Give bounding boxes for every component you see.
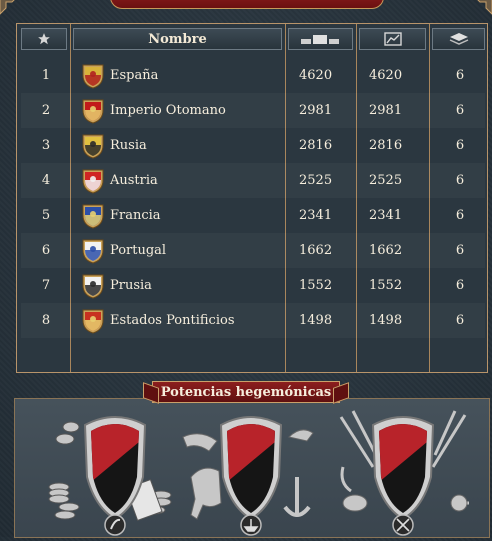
trend-score-cell: 2341: [369, 208, 403, 223]
stack-count-cell: 6: [455, 173, 465, 188]
rank-cell: 3: [41, 138, 51, 153]
hegemonies-title: Potencias hegemónicas: [152, 381, 340, 403]
sort-by-score-header[interactable]: [288, 28, 353, 50]
coins-hegemony-icon: [48, 416, 172, 536]
country-name: Portugal: [110, 243, 167, 258]
country-cell[interactable]: Portugal: [82, 233, 292, 268]
sort-by-stack-header[interactable]: [432, 28, 485, 50]
country-name: Rusia: [110, 138, 147, 153]
country-cell[interactable]: Prusia: [82, 268, 292, 303]
score-cell: 2341: [299, 208, 333, 223]
country-name: Francia: [110, 208, 161, 223]
score-cell: 1552: [299, 278, 333, 293]
window-title-banner: [110, 0, 384, 9]
rank-cell: 4: [41, 173, 51, 188]
country-flag-icon: [82, 99, 104, 124]
trend-score-cell: 1498: [369, 313, 403, 328]
country-flag-icon: [82, 274, 104, 299]
trend-score-cell: 1662: [369, 243, 403, 258]
sort-by-name-header[interactable]: Nombre: [73, 28, 282, 50]
corner-ornament-right: [477, 0, 492, 15]
trend-score-cell: 2816: [369, 138, 403, 153]
country-cell[interactable]: Francia: [82, 198, 292, 233]
coins-icon: [300, 35, 339, 44]
stack-count-cell: 6: [455, 243, 465, 258]
stack-count-cell: 6: [455, 208, 465, 223]
trend-score-cell: 2981: [369, 103, 403, 118]
country-name: Austria: [110, 173, 158, 188]
country-flag-icon: [82, 169, 104, 194]
hegemonies-title-label: Potencias hegemónicas: [160, 384, 332, 400]
rank-cell: 6: [41, 243, 51, 258]
country-flag-icon: [82, 134, 104, 159]
stack-count-cell: 6: [455, 103, 465, 118]
table-row[interactable]: 1 España 4620 4620 6: [21, 58, 485, 93]
country-flag-icon: [82, 309, 104, 334]
rank-cell: 8: [41, 313, 51, 328]
ranking-table: Nombre 1 España 4620 4620 6 2 Imperio Ot…: [16, 23, 488, 373]
country-name: Imperio Otomano: [110, 103, 226, 118]
score-cell: 2816: [299, 138, 333, 153]
country-flag-icon: [82, 204, 104, 229]
military-hegemony-icon: [339, 410, 469, 536]
feather-icon: [104, 514, 126, 536]
trend-score-cell: 1552: [369, 278, 403, 293]
rank-cell: 5: [41, 208, 51, 223]
name-header-label: Nombre: [148, 31, 207, 47]
star-icon: [38, 33, 50, 45]
corner-ornament-left: [0, 0, 15, 15]
stack-icon: [449, 33, 468, 45]
country-cell[interactable]: Estados Pontificios: [82, 303, 292, 338]
economic-hegemony-slot[interactable]: [45, 407, 185, 537]
table-row[interactable]: 5 Francia 2341 2341 6: [21, 198, 485, 233]
country-flag-icon: [82, 239, 104, 264]
country-cell[interactable]: Imperio Otomano: [82, 93, 292, 128]
country-name: España: [110, 68, 159, 83]
score-cell: 2981: [299, 103, 333, 118]
stack-count-cell: 6: [455, 278, 465, 293]
table-row[interactable]: 2 Imperio Otomano 2981 2981 6: [21, 93, 485, 128]
country-cell[interactable]: Rusia: [82, 128, 292, 163]
country-cell[interactable]: Austria: [82, 163, 292, 198]
rank-cell: 7: [41, 278, 51, 293]
score-cell: 4620: [299, 68, 333, 83]
stack-count-cell: 6: [455, 138, 465, 153]
hegemonies-panel: [14, 398, 490, 538]
naval-hegemony-slot[interactable]: [181, 407, 321, 537]
score-cell: 2525: [299, 173, 333, 188]
table-row[interactable]: 6 Portugal 1662 1662 6: [21, 233, 485, 268]
table-row[interactable]: 4 Austria 2525 2525 6: [21, 163, 485, 198]
sort-by-trend-header[interactable]: [359, 28, 426, 50]
country-flag-icon: [82, 64, 104, 89]
table-row[interactable]: 3 Rusia 2816 2816 6: [21, 128, 485, 163]
military-hegemony-slot[interactable]: [333, 407, 473, 537]
stack-count-cell: 6: [455, 68, 465, 83]
trend-score-cell: 4620: [369, 68, 403, 83]
sort-by-rank-header[interactable]: [21, 28, 67, 50]
table-row[interactable]: 7 Prusia 1552 1552 6: [21, 268, 485, 303]
table-row[interactable]: 8 Estados Pontificios 1498 1498 6: [21, 303, 485, 338]
rank-cell: 2: [41, 103, 51, 118]
stack-count-cell: 6: [455, 313, 465, 328]
rank-cell: 1: [41, 68, 51, 83]
naval-hegemony-icon: [182, 416, 314, 536]
score-cell: 1498: [299, 313, 333, 328]
score-cell: 1662: [299, 243, 333, 258]
trend-score-cell: 2525: [369, 173, 403, 188]
country-name: Estados Pontificios: [110, 313, 235, 328]
country-name: Prusia: [110, 278, 152, 293]
trend-chart-icon: [383, 32, 402, 46]
country-cell[interactable]: España: [82, 58, 292, 93]
